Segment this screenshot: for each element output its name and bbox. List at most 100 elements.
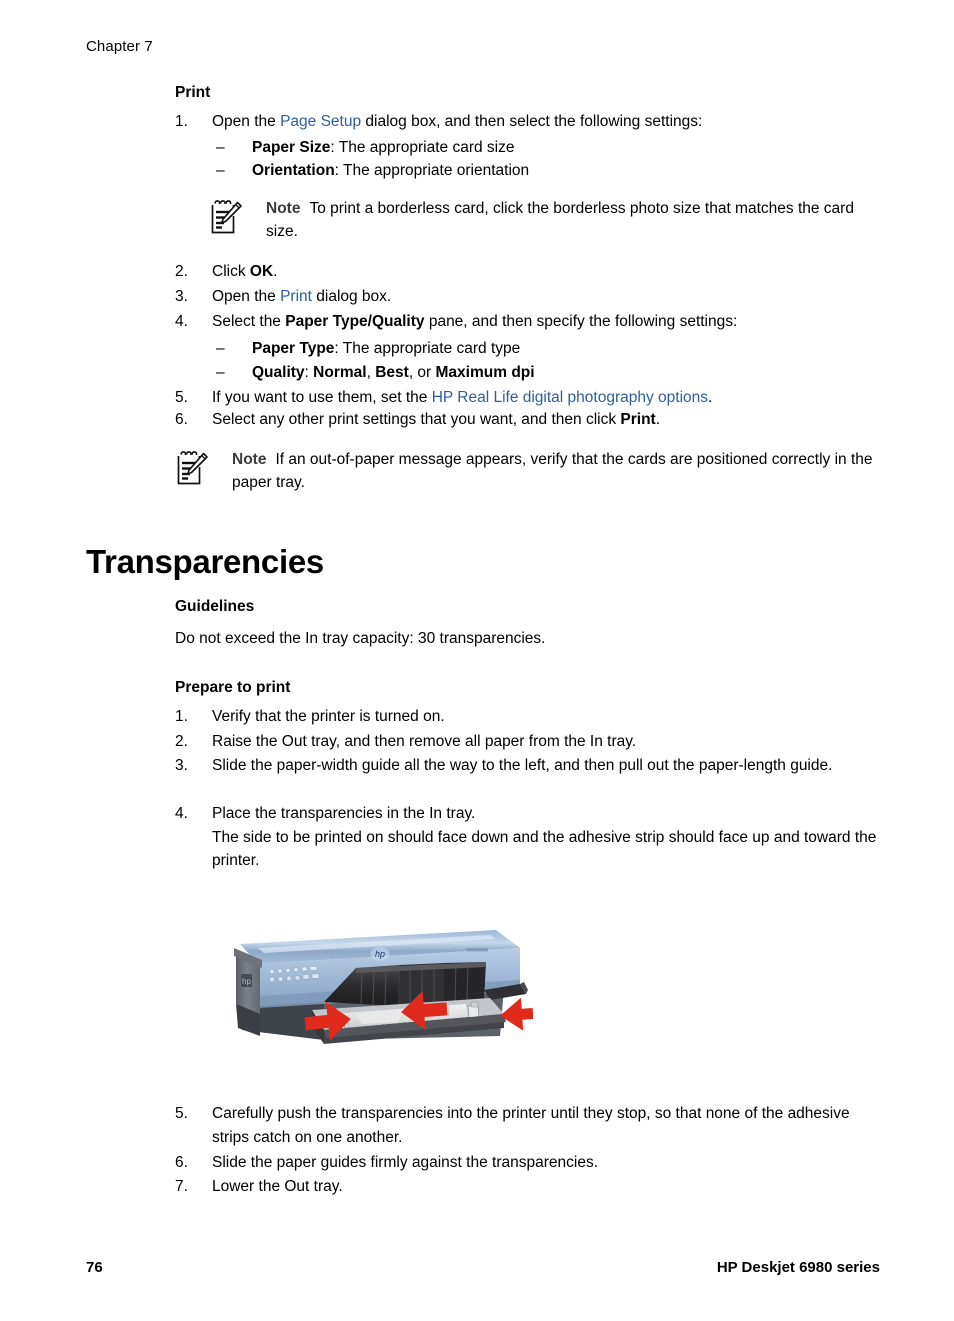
note-block: Note If an out-of-paper message appears, … [175, 448, 887, 494]
list-item-number: 7. [175, 1178, 188, 1195]
text-run: pane, and then specify the following set… [424, 313, 738, 330]
text-run-bold: Normal [313, 364, 367, 381]
svg-text:hp: hp [242, 977, 251, 986]
list-item-text: Slide the paper guides firmly against th… [212, 1154, 598, 1171]
text-run-bold: Orientation [252, 162, 335, 179]
list-item-text: Raise the Out tray, and then remove all … [212, 733, 637, 750]
list-item: 4. Place the transparencies in the In tr… [175, 802, 887, 826]
list-item: 1. Open the Page Setup dialog box, and t… [175, 110, 875, 134]
list-item-number: 4. [175, 313, 188, 330]
prepare-to-print-heading: Prepare to print [175, 679, 291, 696]
page-title-transparencies: Transparencies [86, 543, 324, 581]
text-run-bold: Best [375, 364, 409, 381]
dash-bullet: – [216, 340, 225, 357]
text-run: : The appropriate card size [330, 139, 515, 156]
list-item: 1. Verify that the printer is turned on. [175, 705, 885, 729]
text-run: dialog box. [311, 288, 392, 305]
list-item-text: Select any other print settings that you… [212, 408, 895, 432]
sub-list-item-text: Paper Type: The appropriate card type [252, 337, 876, 361]
list-item: 5. If you want to use them, set the HP R… [175, 386, 895, 410]
list-item-text: Slide the paper-width guide all the way … [212, 757, 833, 774]
text-run-bold: Paper Type/Quality [285, 313, 425, 330]
list-item: 3. Open the Print dialog box. [175, 285, 875, 309]
list-item: 2. Click OK. [175, 260, 875, 284]
text-run: If you want to use them, set the [212, 389, 432, 406]
text-run-bold: OK [249, 263, 274, 280]
text-run: Open the [212, 288, 281, 305]
text-run: . [273, 263, 278, 280]
note-text: Note If an out-of-paper message appears, … [232, 448, 887, 494]
list-item: 6. Slide the paper guides firmly against… [175, 1151, 889, 1175]
list-item-number: 6. [175, 1154, 188, 1171]
hp-deskjet-printer-illustration: hp hp [228, 918, 533, 1063]
list-item: 6. Select any other print settings that … [175, 408, 895, 432]
footer-page-number: 76 [86, 1259, 103, 1276]
document-page: Chapter 7 Print 1. Open the Page Setup d… [0, 0, 954, 1321]
text-run: : The appropriate card type [334, 340, 521, 357]
list-item-number: 5. [175, 1105, 188, 1122]
list-item-text: If you want to use them, set the HP Real… [212, 386, 895, 410]
list-item-number: 3. [175, 757, 188, 774]
list-item-text: Carefully push the transparencies into t… [212, 1105, 850, 1146]
text-run-bold: Print [620, 411, 656, 428]
text-run-bold: Paper Size [252, 139, 331, 156]
note-label: Note [266, 200, 301, 217]
note-block: Note To print a borderless card, click th… [209, 197, 869, 243]
list-item-text: Open the Page Setup dialog box, and then… [212, 110, 875, 134]
sub-list-item: – Paper Size: The appropriate card size [216, 136, 876, 160]
guidelines-heading: Guidelines [175, 598, 255, 615]
text-run: Select the [212, 313, 286, 330]
text-run: , or [408, 364, 436, 381]
chapter-label: Chapter 7 [86, 38, 153, 55]
text-run: . [655, 411, 661, 428]
text-run: . [708, 389, 713, 406]
list-item-text: Verify that the printer is turned on. [212, 708, 445, 725]
text-run: dialog box, and then select the followin… [361, 113, 703, 130]
list-item-number: 6. [175, 411, 188, 428]
note-body-text: If an out-of-paper message appears, veri… [232, 451, 873, 491]
text-run: Open the [212, 113, 281, 130]
link-print[interactable]: Print [280, 288, 312, 305]
dash-bullet: – [216, 139, 225, 156]
note-label: Note [232, 451, 267, 468]
text-run: Click [212, 263, 250, 280]
list-item-text: Select the Paper Type/Quality pane, and … [212, 310, 885, 334]
footer-product-series: HP Deskjet 6980 series [716, 1259, 880, 1276]
note-body-text: To print a borderless card, click the bo… [266, 200, 854, 240]
link-hp-real-life-options[interactable]: HP Real Life digital photography options [432, 389, 708, 406]
list-item: 4. Select the Paper Type/Quality pane, a… [175, 310, 885, 334]
text-run: : [304, 364, 314, 381]
link-page-setup[interactable]: Page Setup [280, 113, 361, 130]
dash-bullet: – [216, 364, 225, 381]
step4-detail-text: The side to be printed on should face do… [212, 829, 877, 869]
dash-bullet: – [216, 162, 225, 179]
list-item-text: Lower the Out tray. [212, 1178, 343, 1195]
list-item: 7. Lower the Out tray. [175, 1175, 889, 1199]
list-item-number: 5. [175, 389, 188, 406]
text-run: Select any other print settings that you… [212, 411, 621, 428]
sub-list-item: – Orientation: The appropriate orientati… [216, 159, 876, 183]
list-item: 2. Raise the Out tray, and then remove a… [175, 730, 885, 754]
note-pad-pencil-icon [175, 450, 209, 486]
list-item: 5. Carefully push the transparencies int… [175, 1102, 889, 1149]
text-run-bold: Paper Type [252, 340, 335, 357]
list-item-text: Open the Print dialog box. [212, 285, 875, 309]
list-item-number: 4. [175, 805, 188, 822]
note-pad-pencil-icon [209, 199, 243, 235]
red-arrow-right [500, 997, 533, 1031]
sub-list-item: – Paper Type: The appropriate card type [216, 337, 876, 361]
list-item-number: 2. [175, 263, 188, 280]
list-item-number: 1. [175, 708, 188, 725]
print-section-heading: Print [175, 84, 211, 101]
svg-text:hp: hp [375, 949, 385, 959]
sub-list-item-text: Paper Size: The appropriate card size [252, 136, 876, 160]
list-item-number: 2. [175, 733, 188, 750]
sub-list-item-text: Orientation: The appropriate orientation [252, 159, 876, 183]
text-run-bold: Quality [252, 364, 305, 381]
list-item-number: 1. [175, 113, 188, 130]
list-item-text: Place the transparencies in the In tray. [212, 805, 476, 822]
sub-list-item: – Quality: Normal, Best, or Maximum dpi [216, 361, 876, 385]
list-item-number: 3. [175, 288, 188, 305]
text-run: , [366, 364, 376, 381]
list-item: 3. Slide the paper-width guide all the w… [175, 754, 887, 778]
